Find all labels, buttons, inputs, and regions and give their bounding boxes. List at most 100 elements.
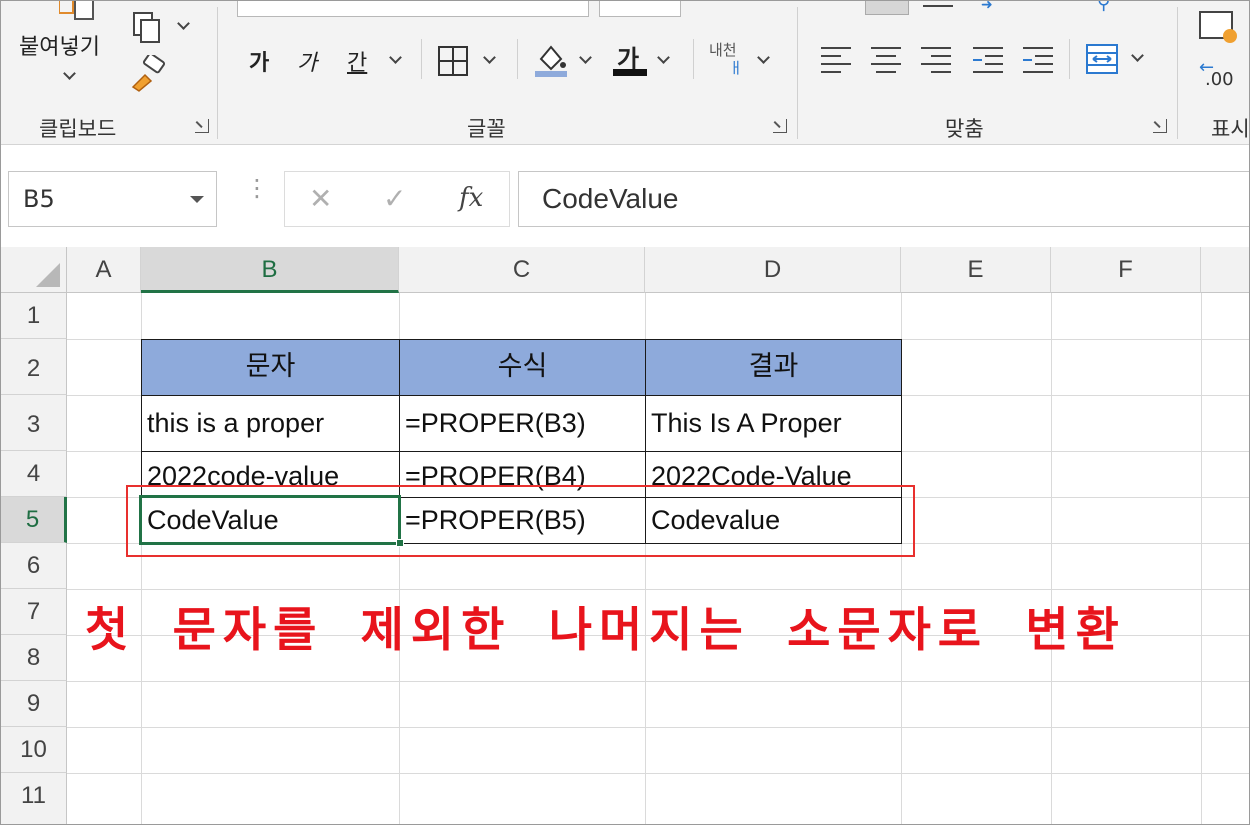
column-header-g[interactable] bbox=[1201, 247, 1249, 293]
ribbon-separator bbox=[217, 7, 218, 139]
paste-icon bbox=[58, 1, 95, 21]
font-name-combo[interactable] bbox=[237, 1, 589, 17]
row-header-8[interactable]: 8 bbox=[1, 635, 67, 681]
gridline bbox=[67, 681, 1249, 682]
excel-window: 붙여넣기 클립보드 가 가 간 가 내천 ㅐ 글꼴 ➜ ⚲ 맞춤 ← .00 표… bbox=[0, 0, 1250, 825]
increase-indent-icon[interactable] bbox=[1023, 45, 1055, 73]
column-header-d[interactable]: D bbox=[645, 247, 901, 293]
copy-button[interactable] bbox=[131, 11, 193, 45]
column-header-f[interactable]: F bbox=[1051, 247, 1201, 293]
font-color-button[interactable]: 가 bbox=[613, 39, 675, 79]
font-size-combo[interactable] bbox=[599, 1, 681, 17]
table-cell[interactable]: This Is A Proper bbox=[645, 395, 902, 452]
font-color-dropdown-icon bbox=[657, 51, 670, 64]
ribbon-separator bbox=[797, 7, 798, 139]
column-header-c[interactable]: C bbox=[399, 247, 645, 293]
ribbon-separator bbox=[1177, 7, 1178, 139]
top-align-icon[interactable] bbox=[865, 1, 909, 15]
row-header-1[interactable]: 1 bbox=[1, 293, 67, 339]
borders-dropdown-icon bbox=[483, 51, 496, 64]
wrap-icon[interactable]: ➜ bbox=[981, 1, 993, 13]
ribbon-separator bbox=[693, 39, 694, 79]
format-painter-icon bbox=[131, 52, 166, 92]
enter-icon[interactable]: ✓ bbox=[383, 182, 406, 215]
formula-bar-grip-icon[interactable]: ⋮ bbox=[245, 176, 269, 200]
number-group-label: 표시 bbox=[1211, 117, 1250, 141]
select-all-corner[interactable] bbox=[1, 247, 67, 293]
alignment-launcher-icon[interactable] bbox=[1153, 119, 1167, 133]
row-header-3[interactable]: 3 bbox=[1, 395, 67, 451]
copy-dropdown-icon bbox=[177, 17, 190, 30]
column-header-e[interactable]: E bbox=[901, 247, 1051, 293]
phonetic-button[interactable]: 내천 ㅐ bbox=[709, 39, 773, 83]
gridline bbox=[1201, 293, 1202, 824]
align-center-icon[interactable] bbox=[871, 45, 903, 73]
orientation-icon[interactable] bbox=[923, 5, 953, 7]
column-header-b[interactable]: B bbox=[141, 247, 399, 293]
table-header-cell[interactable]: 문자 bbox=[141, 339, 400, 396]
underline-button[interactable]: 간 bbox=[347, 45, 367, 77]
row-header-9[interactable]: 9 bbox=[1, 681, 67, 727]
row-header-10[interactable]: 10 bbox=[1, 727, 67, 773]
ribbon-separator bbox=[1069, 39, 1070, 79]
decrease-decimal-button[interactable]: ← .00 bbox=[1199, 57, 1243, 93]
paste-dropdown-icon bbox=[63, 67, 76, 80]
alignment-group-label: 맞춤 bbox=[945, 117, 984, 141]
underline-dropdown-icon[interactable] bbox=[389, 51, 402, 64]
formula-buttons: ✕ ✓ fx bbox=[284, 171, 510, 227]
currency-badge bbox=[1223, 29, 1237, 43]
merge-dropdown-icon bbox=[1131, 49, 1144, 62]
borders-button[interactable] bbox=[437, 45, 497, 77]
gridline bbox=[67, 727, 1249, 728]
table-cell[interactable]: this is a proper bbox=[141, 395, 400, 452]
merge-search-icon[interactable]: ⚲ bbox=[1097, 1, 1110, 14]
decrease-indent-icon[interactable] bbox=[973, 45, 1005, 73]
row-header-4[interactable]: 4 bbox=[1, 451, 67, 497]
merge-center-button[interactable] bbox=[1085, 41, 1149, 77]
ribbon-separator bbox=[421, 39, 422, 79]
decimal-format-label: .00 bbox=[1205, 69, 1234, 90]
merge-center-icon bbox=[1086, 44, 1118, 74]
formula-text: CodeValue bbox=[542, 183, 679, 214]
font-launcher-icon[interactable] bbox=[773, 119, 787, 133]
highlight-box bbox=[126, 485, 915, 557]
fill-color-button[interactable] bbox=[533, 41, 597, 79]
row-header-7[interactable]: 7 bbox=[1, 589, 67, 635]
borders-icon bbox=[438, 46, 468, 76]
number-format-icon[interactable] bbox=[1199, 11, 1237, 43]
name-box[interactable]: B5 bbox=[8, 171, 217, 227]
formula-input[interactable]: CodeValue bbox=[518, 171, 1249, 227]
insert-function-icon[interactable]: fx bbox=[459, 183, 483, 213]
row-header-11[interactable]: 11 bbox=[1, 773, 67, 824]
column-header-a[interactable]: A bbox=[67, 247, 141, 293]
annotation-text: 첫 문자를 제외한 나머지는 소문자로 변환 bbox=[85, 603, 1126, 658]
font-color-bar bbox=[613, 69, 647, 76]
gridline bbox=[67, 589, 1249, 590]
row-header-5[interactable]: 5 bbox=[1, 497, 67, 543]
table-header-cell[interactable]: 수식 bbox=[399, 339, 646, 396]
name-box-dropdown-icon[interactable] bbox=[190, 196, 204, 203]
fill-color-icon bbox=[535, 45, 567, 77]
paste-button[interactable]: 붙여넣기 bbox=[13, 1, 123, 101]
align-left-icon[interactable] bbox=[821, 45, 853, 73]
ribbon-separator bbox=[517, 39, 518, 79]
row-header-2[interactable]: 2 bbox=[1, 339, 67, 395]
name-box-value: B5 bbox=[23, 185, 55, 213]
table-cell[interactable]: =PROPER(B3) bbox=[399, 395, 646, 452]
format-painter-button[interactable] bbox=[129, 52, 169, 93]
fill-color-dropdown-icon bbox=[579, 51, 592, 64]
row-header-6[interactable]: 6 bbox=[1, 543, 67, 589]
clipboard-launcher-icon[interactable] bbox=[195, 119, 209, 133]
font-group-label: 글꼴 bbox=[467, 117, 506, 141]
phonetic-icon: ㅐ bbox=[729, 59, 743, 77]
phonetic-dropdown-icon bbox=[757, 51, 770, 64]
table-header-cell[interactable]: 결과 bbox=[645, 339, 902, 396]
paste-label: 붙여넣기 bbox=[19, 35, 100, 60]
gridline bbox=[67, 773, 1249, 774]
italic-button[interactable]: 가 bbox=[297, 45, 317, 77]
cancel-icon[interactable]: ✕ bbox=[309, 182, 332, 215]
copy-icon bbox=[133, 12, 160, 43]
bold-button[interactable]: 가 bbox=[249, 45, 269, 77]
clipboard-group-label: 클립보드 bbox=[39, 117, 117, 141]
align-right-icon[interactable] bbox=[921, 45, 953, 73]
